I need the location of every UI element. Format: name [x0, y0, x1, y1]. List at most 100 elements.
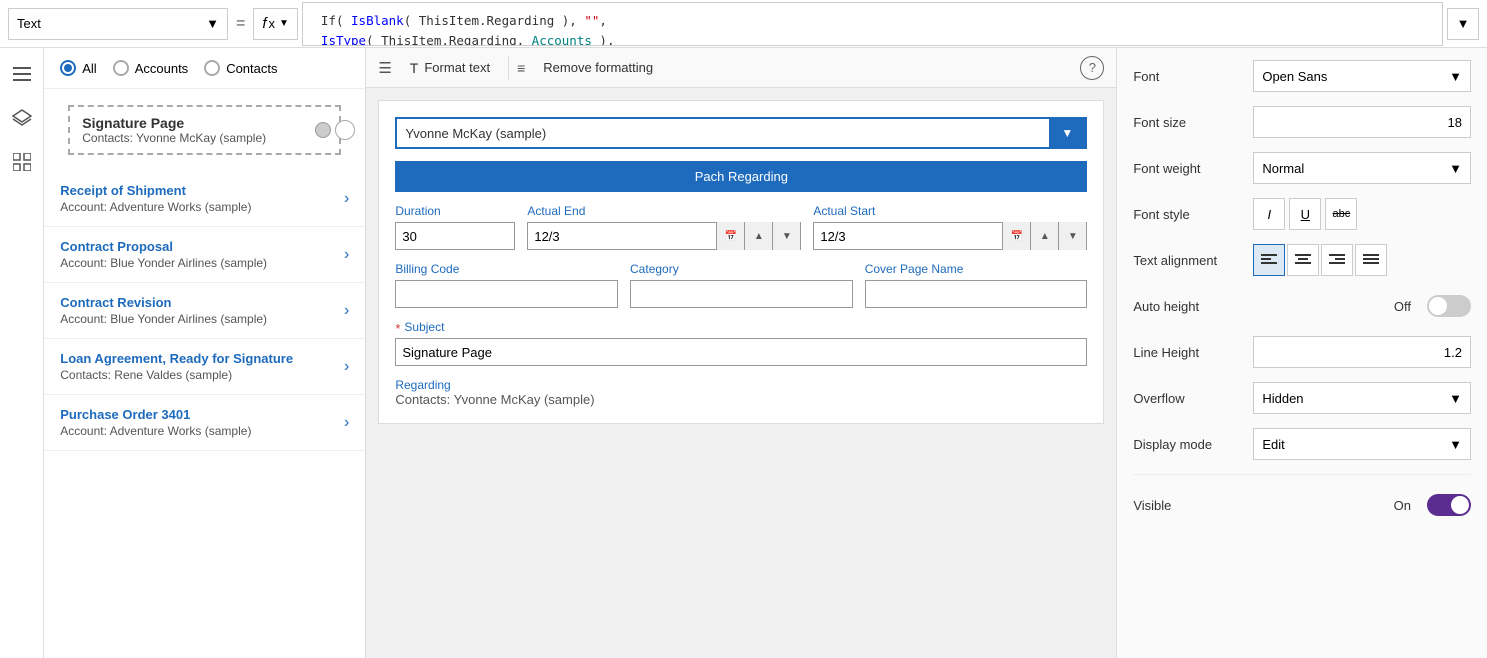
overflow-select[interactable]: Hidden ▼: [1253, 382, 1471, 414]
radio-circle-all: [60, 60, 76, 76]
format-text-button[interactable]: T Format text: [400, 56, 500, 80]
main-layout: All Accounts Contacts Signature Page Con…: [0, 48, 1487, 658]
visible-toggle[interactable]: [1427, 494, 1471, 516]
help-icon[interactable]: ?: [1080, 56, 1104, 80]
line-height-value: [1253, 336, 1471, 368]
sidebar-menu-icon[interactable]: [4, 56, 40, 92]
font-weight-select[interactable]: Normal ▼: [1253, 152, 1471, 184]
list-item[interactable]: Contract Revision Account: Blue Yonder A…: [44, 283, 365, 339]
align-left-button[interactable]: [1253, 244, 1285, 276]
auto-height-off-label: Off: [1394, 299, 1411, 314]
chevron-up-icon[interactable]: ▲: [744, 222, 772, 250]
duration-input[interactable]: [395, 222, 515, 250]
overflow-select-container: Hidden ▼: [1253, 382, 1471, 414]
chevron-down-icon: ▼: [1449, 161, 1462, 176]
sidebar-icons: [0, 48, 44, 658]
font-label: Font: [1133, 69, 1253, 84]
align-center-button[interactable]: [1287, 244, 1319, 276]
list-item-title: Receipt of Shipment: [60, 183, 344, 198]
toggle-handle[interactable]: [335, 120, 355, 140]
signature-box[interactable]: Signature Page Contacts: Yvonne McKay (s…: [68, 105, 341, 155]
radio-contacts-label: Contacts: [226, 61, 277, 76]
center-section: ☰ T Format text ≡ Remove formatting ? Yv…: [366, 48, 1116, 658]
overflow-label: Overflow: [1133, 391, 1253, 406]
cover-page-input[interactable]: [865, 280, 1088, 308]
chevron-right-icon: ›: [344, 414, 349, 432]
format-toolbar: ☰ T Format text ≡ Remove formatting ?: [366, 48, 1116, 88]
list-item-title: Purchase Order 3401: [60, 407, 344, 422]
visible-toggle-container: On: [1253, 494, 1471, 516]
font-weight-row: Font weight Normal ▼: [1133, 152, 1471, 184]
list-item-title: Contract Revision: [60, 295, 344, 310]
formula-bar: Text ▼ = f x ▼ If( IsBlank( ThisItem.Reg…: [0, 0, 1487, 48]
auto-height-toggle-container: Off: [1253, 295, 1471, 317]
actual-start-input[interactable]: [814, 223, 1002, 249]
formula-select[interactable]: Text ▼: [8, 8, 228, 40]
toggle-knob: [1429, 297, 1447, 315]
regarding-dropdown[interactable]: Yvonne McKay (sample) ▼: [395, 117, 1087, 149]
font-size-value: [1253, 106, 1471, 138]
chevron-down-icon: ▼: [1449, 437, 1462, 452]
align-right-button[interactable]: [1321, 244, 1353, 276]
signature-box-subtitle: Contacts: Yvonne McKay (sample): [82, 131, 327, 145]
font-row: Font Open Sans ▼: [1133, 60, 1471, 92]
sidebar-layers-icon[interactable]: [4, 100, 40, 136]
left-panel: All Accounts Contacts Signature Page Con…: [44, 48, 366, 658]
middle-panel: Yvonne McKay (sample) ▼ Pach Regarding D…: [366, 88, 1116, 658]
formula-input[interactable]: If( IsBlank( ThisItem.Regarding ), "", I…: [302, 2, 1443, 46]
display-mode-value: Edit: [1262, 437, 1284, 452]
align-justify-button[interactable]: [1355, 244, 1387, 276]
sidebar-grid-icon[interactable]: [4, 144, 40, 180]
radio-accounts-label: Accounts: [135, 61, 188, 76]
chevron-down-icon: ▼: [1061, 126, 1073, 140]
resize-handle[interactable]: [315, 122, 331, 138]
actual-end-field: 📅 ▲ ▼: [527, 222, 801, 250]
list-item-sub: Account: Adventure Works (sample): [60, 424, 344, 438]
chevron-up2-icon[interactable]: ▲: [1030, 222, 1058, 250]
italic-button[interactable]: I: [1253, 198, 1285, 230]
fx-button[interactable]: f x ▼: [253, 8, 298, 40]
right-panel: Font Open Sans ▼ Font size Font weight N…: [1116, 48, 1487, 658]
subject-group: * Subject: [395, 320, 1087, 366]
list-item[interactable]: Purchase Order 3401 Account: Adventure W…: [44, 395, 365, 451]
remove-formatting-button[interactable]: Remove formatting: [533, 56, 663, 79]
calendar-icon[interactable]: 📅: [716, 222, 744, 250]
cover-page-label: Cover Page Name: [865, 262, 1088, 276]
category-input[interactable]: [630, 280, 853, 308]
calendar-icon2[interactable]: 📅: [1002, 222, 1030, 250]
chevron-down-icon: ▼: [1449, 69, 1462, 84]
font-select[interactable]: Open Sans ▼: [1253, 60, 1471, 92]
list-item-sub: Account: Blue Yonder Airlines (sample): [60, 312, 344, 326]
list-item[interactable]: Loan Agreement, Ready for Signature Cont…: [44, 339, 365, 395]
font-value: Open Sans: [1262, 69, 1327, 84]
radio-filter: All Accounts Contacts: [44, 48, 365, 89]
underline-button[interactable]: U: [1289, 198, 1321, 230]
radio-accounts[interactable]: Accounts: [113, 60, 188, 76]
auto-height-toggle[interactable]: [1427, 295, 1471, 317]
list-item[interactable]: Contract Proposal Account: Blue Yonder A…: [44, 227, 365, 283]
prop-divider: [1133, 474, 1471, 475]
text-alignment-row: Text alignment: [1133, 244, 1471, 276]
list-item-content: Receipt of Shipment Account: Adventure W…: [60, 183, 344, 214]
strikethrough-button[interactable]: abc: [1325, 198, 1357, 230]
billing-code-input[interactable]: [395, 280, 618, 308]
chevron-down2-icon[interactable]: ▼: [772, 222, 800, 250]
font-size-input[interactable]: [1253, 106, 1471, 138]
category-label: Category: [630, 262, 853, 276]
radio-contacts[interactable]: Contacts: [204, 60, 277, 76]
line-height-input[interactable]: [1253, 336, 1471, 368]
subject-input[interactable]: [395, 338, 1087, 366]
signature-box-container: Signature Page Contacts: Yvonne McKay (s…: [44, 89, 365, 171]
subject-label: Subject: [404, 320, 444, 334]
list-item[interactable]: Receipt of Shipment Account: Adventure W…: [44, 171, 365, 227]
actual-end-input[interactable]: [528, 223, 716, 249]
patch-button[interactable]: Pach Regarding: [395, 161, 1087, 192]
font-style-buttons: I U abc: [1253, 198, 1471, 230]
dropdown-btn[interactable]: ▼: [1049, 119, 1085, 147]
chevron-down3-icon[interactable]: ▼: [1058, 222, 1086, 250]
radio-all[interactable]: All: [60, 60, 96, 76]
formula-code: If( IsBlank( ThisItem.Regarding ), "", I…: [313, 7, 841, 46]
font-weight-select-container: Normal ▼: [1253, 152, 1471, 184]
display-mode-select[interactable]: Edit ▼: [1253, 428, 1471, 460]
formula-expand-button[interactable]: ▼: [1447, 8, 1479, 40]
